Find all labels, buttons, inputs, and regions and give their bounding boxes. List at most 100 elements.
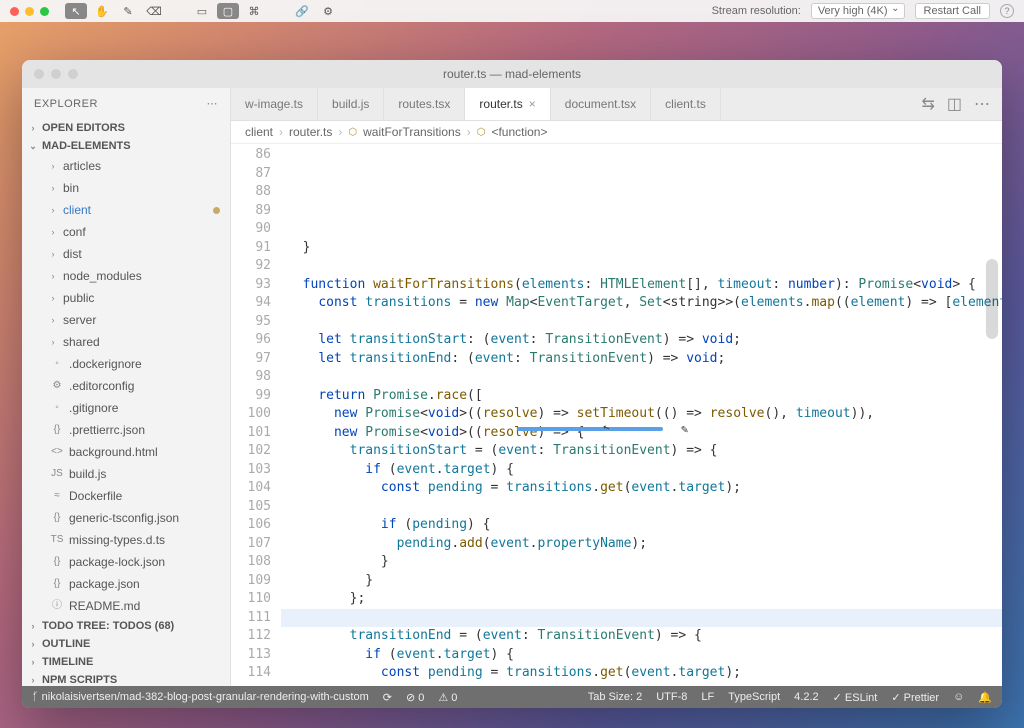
code-line-99[interactable]: const pending = transitions.get(event.ta… (281, 479, 1002, 498)
code-line-108[interactable]: if (event.target) { (281, 646, 1002, 665)
folder-dist[interactable]: ›dist (22, 243, 230, 265)
scrollbar-thumb[interactable] (986, 259, 998, 339)
folder-public[interactable]: ›public (22, 287, 230, 309)
eol[interactable]: LF (701, 691, 714, 703)
code-line-110[interactable] (281, 683, 1002, 687)
code-line-106[interactable] (281, 609, 1002, 628)
win-min-dot[interactable] (51, 69, 61, 79)
file--dockerignore[interactable]: ◦.dockerignore (22, 353, 230, 375)
tab-routes-tsx[interactable]: routes.tsx (384, 88, 465, 120)
code-line-90[interactable] (281, 313, 1002, 332)
tab-size[interactable]: Tab Size: 2 (588, 691, 642, 703)
file-build-js[interactable]: JSbuild.js (22, 463, 230, 485)
ts-version[interactable]: 4.2.2 (794, 691, 818, 703)
link-icon[interactable]: 🔗 (291, 3, 313, 19)
timeline-section[interactable]: ›TIMELINE (22, 653, 230, 671)
folder-conf[interactable]: ›conf (22, 221, 230, 243)
code-line-101[interactable]: if (pending) { (281, 516, 1002, 535)
code-line-104[interactable]: } (281, 572, 1002, 591)
split-icon[interactable]: ◫ (947, 94, 962, 114)
open-editors-section[interactable]: › OPEN EDITORS (22, 119, 230, 137)
folder-server[interactable]: ›server (22, 309, 230, 331)
file--prettierrc-json[interactable]: {}.prettierrc.json (22, 419, 230, 441)
eraser-icon[interactable]: ⌫ (143, 3, 165, 19)
git-branch[interactable]: ᚶ nikolaisivertsen/mad-382-blog-post-gra… (32, 691, 369, 703)
file--editorconfig[interactable]: ⚙.editorconfig (22, 375, 230, 397)
file-generic-tsconfig-json[interactable]: {}generic-tsconfig.json (22, 507, 230, 529)
warnings-count[interactable]: ⚠ 0 (438, 691, 457, 704)
folder-node_modules[interactable]: ›node_modules (22, 265, 230, 287)
file-missing-types-d-ts[interactable]: TSmissing-types.d.ts (22, 529, 230, 551)
code-line-92[interactable]: let transitionEnd: (event: TransitionEve… (281, 350, 1002, 369)
code-editor[interactable]: 8687888990919293949596979899100101102103… (231, 144, 1002, 686)
file-README-md[interactable]: ⓘREADME.md (22, 595, 230, 617)
code-line-86[interactable]: } (281, 239, 1002, 258)
sync-icon[interactable]: ⟳ (383, 691, 392, 704)
minimize-dot[interactable] (25, 7, 34, 16)
help-icon[interactable]: ? (1000, 4, 1014, 18)
project-section[interactable]: ⌄ MAD-ELEMENTS (22, 137, 230, 155)
tab-document-tsx[interactable]: document.tsx (551, 88, 651, 120)
code-line-102[interactable]: pending.add(event.propertyName); (281, 535, 1002, 554)
encoding[interactable]: UTF-8 (656, 691, 687, 703)
todo-section[interactable]: ›TODO TREE: TODOS (68) (22, 617, 230, 635)
code-line-91[interactable]: let transitionStart: (event: TransitionE… (281, 331, 1002, 350)
zoom-dot[interactable] (40, 7, 49, 16)
win-close-dot[interactable] (34, 69, 44, 79)
code-line-93[interactable] (281, 368, 1002, 387)
folder-bin[interactable]: ›bin (22, 177, 230, 199)
tab-router-ts[interactable]: router.ts× (465, 88, 550, 120)
code-line-100[interactable] (281, 498, 1002, 517)
sidebar-more-icon[interactable]: ⋯ (207, 97, 219, 110)
code-body[interactable]: ✎ ↖ } function waitForTransitions(elemen… (281, 144, 1002, 686)
breadcrumb-item[interactable]: client (245, 125, 273, 139)
feedback-icon[interactable]: ☺ (953, 691, 964, 703)
close-icon[interactable]: × (529, 97, 536, 111)
outline-section[interactable]: ›OUTLINE (22, 635, 230, 653)
errors-count[interactable]: ⊘ 0 (406, 691, 424, 704)
screen-icon[interactable]: ▢ (217, 3, 239, 19)
code-line-88[interactable]: function waitForTransitions(elements: HT… (281, 276, 1002, 295)
code-line-103[interactable]: } (281, 553, 1002, 572)
language-mode[interactable]: TypeScript (728, 691, 780, 703)
file-package-lock-json[interactable]: {}package-lock.json (22, 551, 230, 573)
code-line-97[interactable]: transitionStart = (event: TransitionEven… (281, 442, 1002, 461)
file--gitignore[interactable]: ◦.gitignore (22, 397, 230, 419)
breadcrumb-item[interactable]: router.ts (289, 125, 332, 139)
code-line-87[interactable] (281, 257, 1002, 276)
file-Dockerfile[interactable]: ≈Dockerfile (22, 485, 230, 507)
compare-icon[interactable]: ⇆ (921, 94, 934, 114)
tab-build-js[interactable]: build.js (318, 88, 384, 120)
breadcrumb-item[interactable]: waitForTransitions (363, 125, 461, 139)
bell-icon[interactable]: 🔔 (978, 691, 992, 704)
breadcrumb-item[interactable]: <function> (491, 125, 547, 139)
folder-articles[interactable]: ›articles (22, 155, 230, 177)
restart-call-button[interactable]: Restart Call (915, 3, 990, 19)
win-zoom-dot[interactable] (68, 69, 78, 79)
code-line-105[interactable]: }; (281, 590, 1002, 609)
breadcrumb[interactable]: client› router.ts› ⬡ waitForTransitions›… (231, 121, 1002, 144)
code-line-109[interactable]: const pending = transitions.get(event.ta… (281, 664, 1002, 683)
more-icon[interactable]: ⋯ (974, 94, 990, 114)
gear-icon[interactable]: ⚙ (317, 3, 339, 19)
code-line-94[interactable]: return Promise.race([ (281, 387, 1002, 406)
eslint-status[interactable]: ✓ ESLint (833, 691, 878, 704)
cursor-icon[interactable]: ↖ (65, 3, 87, 19)
folder-client[interactable]: ›client (22, 199, 230, 221)
command-icon[interactable]: ⌘ (243, 3, 265, 19)
close-dot[interactable] (10, 7, 19, 16)
tab-client-ts[interactable]: client.ts (651, 88, 721, 120)
code-line-98[interactable]: if (event.target) { (281, 461, 1002, 480)
folder-shared[interactable]: ›shared (22, 331, 230, 353)
hand-icon[interactable]: ✋ (91, 3, 113, 19)
file-background-html[interactable]: <>background.html (22, 441, 230, 463)
file-package-json[interactable]: {}package.json (22, 573, 230, 595)
prettier-status[interactable]: ✓ Prettier (891, 691, 939, 704)
pen-icon[interactable]: ✎ (117, 3, 139, 19)
tab-w-image-ts[interactable]: w-image.ts (231, 88, 318, 120)
window-icon[interactable]: ▭ (191, 3, 213, 19)
code-line-89[interactable]: const transitions = new Map<EventTarget,… (281, 294, 1002, 313)
code-line-107[interactable]: transitionEnd = (event: TransitionEvent)… (281, 627, 1002, 646)
code-line-95[interactable]: new Promise<void>((resolve) => setTimeou… (281, 405, 1002, 424)
resolution-select[interactable]: Very high (4K) (811, 3, 905, 19)
